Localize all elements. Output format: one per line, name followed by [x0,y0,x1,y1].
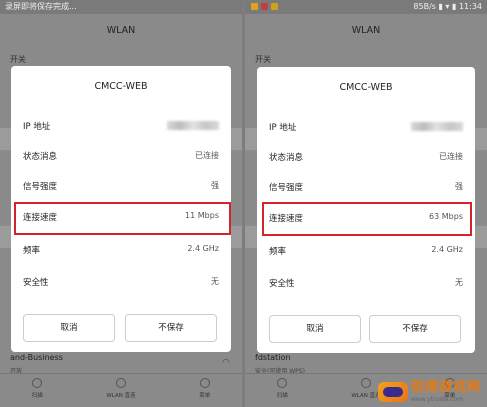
row-label: IP 地址 [23,122,51,132]
highlight-box [14,202,231,235]
scan-icon [32,378,43,388]
status-bar: 录屏即将保存完成... [0,0,242,14]
row-label: 信号强度 [269,183,304,193]
status-row: 状态消息 已连接 [257,143,475,171]
scan-icon [277,378,288,388]
left-phone-screen: 录屏即将保存完成... WLAN 开关 and-Business 开放 ◠ CM… [0,0,242,407]
row-value: 2.4 GHz [431,245,463,254]
cancel-button[interactable]: 取消 [23,314,115,342]
nav-label: 菜单 [199,393,211,399]
signal-icons: ▮ ▾ ▮ [438,2,459,11]
wlan-direct-icon [115,378,126,388]
ip-address-row: IP 地址 [257,113,475,141]
signal-strength-row: 信号强度 强 [11,172,231,200]
dialog-title: CMCC-WEB [94,81,148,92]
background-network-name[interactable]: fdstation [255,353,290,362]
nav-label: 扫描 [31,393,43,399]
network-details-dialog: CMCC-WEB IP 地址 状态消息 已连接 信号强度 强 连接速度 11 M… [11,66,231,352]
blurred-ip-value [167,121,219,130]
frequency-row: 频率 2.4 GHz [257,237,475,265]
row-label: 安全性 [269,279,295,289]
row-value: 强 [211,181,219,190]
row-value: 已连接 [439,152,463,161]
right-phone-screen: 85B/s ▮ ▾ ▮ 11:34 WLAN 开关 fdstation 安全(可… [245,0,487,407]
watermark-text: 锐得游戏网 [410,380,481,395]
wifi-signal-icon: ◠ [222,358,230,368]
security-row: 安全性 无 [11,268,231,296]
row-label: 状态消息 [269,153,304,163]
highlight-box [262,202,472,236]
blurred-ip-value [411,122,463,131]
status-row: 状态消息 已连接 [11,142,231,170]
page-title: WLAN [106,25,136,36]
ip-address-row: IP 地址 [11,112,231,140]
switch-section-label: 开关 [255,55,271,64]
row-label: 信号强度 [23,182,58,192]
row-label: 频率 [269,247,287,257]
site-watermark: 锐得游戏网 www.ytruida.com [377,380,481,403]
clock: 11:34 [458,2,482,11]
network-speed: 85B/s [413,2,436,11]
watermark-logo-icon [377,381,408,402]
nav-wlan-direct[interactable]: WLAN 直连 [106,374,136,399]
notification-icons [251,3,278,10]
row-value: 强 [455,182,463,191]
page-title: WLAN [351,25,381,36]
nav-label: WLAN 直连 [106,393,136,399]
security-row: 安全性 无 [257,269,475,297]
nav-label: 扫描 [276,393,288,399]
wlan-direct-icon [360,378,371,388]
menu-icon [199,378,210,388]
row-label: 频率 [23,246,41,256]
bottom-nav: 扫描 WLAN 直连 菜单 [0,373,242,407]
nav-scan[interactable]: 扫描 [32,374,43,399]
background-network-name[interactable]: and-Business [10,353,63,362]
watermark-url: www.ytruida.com [410,396,464,403]
row-value: 2.4 GHz [187,244,219,253]
dialog-title: CMCC-WEB [339,82,393,93]
dont-save-button[interactable]: 不保存 [369,315,461,343]
status-bar: 85B/s ▮ ▾ ▮ 11:34 [245,0,487,14]
frequency-row: 频率 2.4 GHz [11,236,231,264]
row-value: 无 [211,277,219,286]
switch-section-label: 开关 [10,55,26,64]
nav-scan[interactable]: 扫描 [277,374,288,399]
status-text: 录屏即将保存完成... [5,2,77,11]
network-details-dialog: CMCC-WEB IP 地址 状态消息 已连接 信号强度 强 连接速度 63 M… [257,67,475,353]
nav-wlan-direct[interactable]: WLAN 直连 [351,374,381,399]
row-value: 已连接 [195,151,219,160]
row-label: 安全性 [23,278,49,288]
row-label: IP 地址 [269,123,297,133]
dont-save-button[interactable]: 不保存 [125,314,217,342]
signal-strength-row: 信号强度 强 [257,173,475,201]
cancel-button[interactable]: 取消 [269,315,361,343]
nav-label: WLAN 直连 [351,393,381,399]
row-value: 无 [455,278,463,287]
status-right: 85B/s ▮ ▾ ▮ 11:34 [413,0,482,14]
row-label: 状态消息 [23,152,58,162]
nav-menu[interactable]: 菜单 [199,374,210,399]
